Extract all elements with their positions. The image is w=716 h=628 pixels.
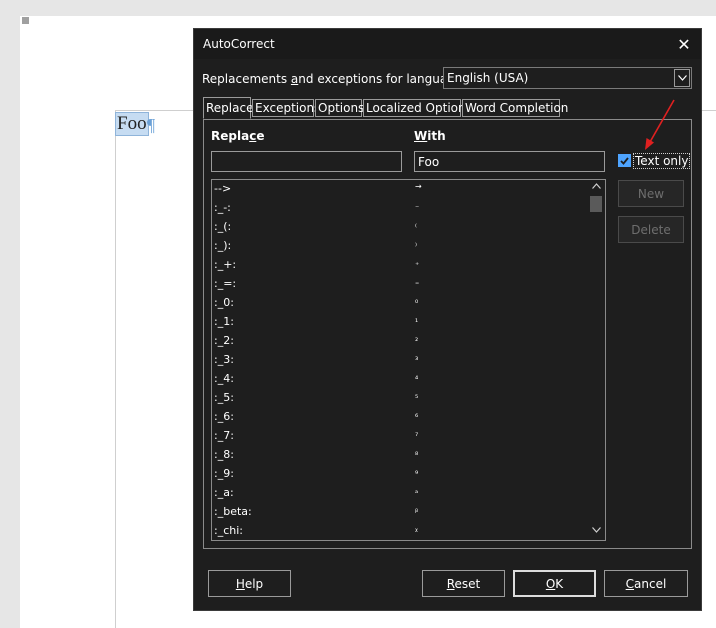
new-button[interactable]: New [618, 180, 684, 207]
row-with-text: ᵪ [415, 524, 418, 533]
page-corner-marker [22, 17, 29, 24]
cancel-button[interactable]: Cancel [604, 570, 688, 597]
language-label: Replacements and exceptions for language… [202, 72, 467, 86]
row-replace-text: :_4: [214, 372, 234, 385]
row-replace-text: :_8: [214, 448, 234, 461]
row-replace-text: :_3: [214, 353, 234, 366]
row-replace-text: :_7: [214, 429, 234, 442]
ok-button[interactable]: OK [513, 570, 596, 597]
row-replace-text: :_2: [214, 334, 234, 347]
table-row[interactable]: :_chi: ᵪ [212, 522, 587, 540]
table-row[interactable]: :_6: ₆ [212, 408, 587, 427]
with-input[interactable]: Foo [414, 151, 605, 172]
delete-button[interactable]: Delete [618, 216, 684, 243]
row-replace-text: --> [214, 182, 232, 195]
row-replace-text: :_beta: [214, 505, 252, 518]
table-row[interactable]: :_a: ₐ [212, 484, 587, 503]
list-scrollbar[interactable] [588, 180, 605, 540]
scroll-up-icon[interactable] [588, 182, 605, 194]
row-replace-text: :_chi: [214, 524, 243, 537]
row-with-text: ₀ [415, 296, 419, 305]
row-replace-text: :_): [214, 239, 232, 252]
pilcrow-mark: ¶ [147, 115, 156, 135]
row-with-text: ₋ [415, 201, 420, 210]
table-row[interactable]: :_7: ₇ [212, 427, 587, 446]
row-with-text: ₍ [415, 220, 417, 229]
row-with-text: ₄ [415, 372, 419, 381]
language-value: English (USA) [447, 71, 529, 85]
tab-exceptions[interactable]: Exceptions [252, 99, 320, 117]
close-icon: ✕ [677, 34, 691, 54]
row-replace-text: :_-: [214, 201, 231, 214]
table-row[interactable]: :_-: ₋ [212, 199, 587, 218]
dialog-title: AutoCorrect [203, 37, 275, 51]
chevron-down-icon[interactable] [674, 69, 690, 87]
replace-column-header: Replace [211, 129, 265, 143]
text-boundary-left [115, 110, 116, 628]
table-row[interactable]: :_9: ₉ [212, 465, 587, 484]
row-with-text: ₎ [415, 239, 417, 248]
table-row[interactable]: :_+: ₊ [212, 256, 587, 275]
replace-input[interactable] [211, 151, 402, 172]
row-with-text: ₇ [415, 429, 419, 438]
row-replace-text: :_0: [214, 296, 234, 309]
checkmark-icon [620, 156, 629, 165]
table-row[interactable]: :_(: ₍ [212, 218, 587, 237]
selected-word[interactable]: Foo [115, 112, 149, 136]
table-row[interactable]: --> → [212, 180, 587, 199]
row-with-text: ₅ [415, 391, 419, 400]
row-replace-text: :_+: [214, 258, 237, 271]
row-with-text: → [415, 182, 422, 191]
close-button[interactable]: ✕ [673, 33, 695, 55]
table-row[interactable]: :_4: ₄ [212, 370, 587, 389]
row-replace-text: :_a: [214, 486, 234, 499]
scroll-thumb[interactable] [590, 196, 602, 212]
row-with-text: ₊ [415, 258, 420, 267]
dialog-titlebar: AutoCorrect ✕ [194, 29, 701, 59]
row-replace-text: :_6: [214, 410, 234, 423]
tab-options[interactable]: Options [315, 99, 364, 117]
table-row[interactable]: :_1: ₁ [212, 313, 587, 332]
tab-word-completion[interactable]: Word Completion [462, 99, 568, 117]
table-row[interactable]: :_beta: ᵦ [212, 503, 587, 522]
table-row[interactable]: :_3: ₃ [212, 351, 587, 370]
row-replace-text: :_9: [214, 467, 234, 480]
help-button[interactable]: Help [208, 570, 291, 597]
table-row[interactable]: :_): ₎ [212, 237, 587, 256]
row-replace-text: :_(: [214, 220, 232, 233]
text-only-checkbox[interactable] [618, 154, 631, 167]
row-replace-text: :_=: [214, 277, 237, 290]
tab-localized-options[interactable]: Localized Options [363, 99, 472, 117]
table-row[interactable]: :_5: ₅ [212, 389, 587, 408]
table-row[interactable]: :_2: ₂ [212, 332, 587, 351]
autocorrect-dialog: AutoCorrect ✕ Replacements and exception… [193, 28, 702, 611]
row-with-text: ₆ [415, 410, 419, 419]
table-row[interactable]: :_=: ₌ [212, 275, 587, 294]
replacement-list[interactable]: --> → :_-: ₋ :_(: ₍ :_): ₎ :_+: ₊ :_=: ₌ :_0: ₀ :_1: ₁:… [211, 179, 606, 541]
reset-button[interactable]: Reset [422, 570, 505, 597]
scroll-down-icon[interactable] [588, 526, 605, 538]
row-with-text: ₈ [415, 448, 419, 457]
table-row[interactable]: :_0: ₀ [212, 294, 587, 313]
tab-replace[interactable]: Replace [203, 97, 253, 119]
text-only-label[interactable]: Text only [632, 153, 691, 169]
row-with-text: ₁ [415, 315, 419, 324]
row-replace-text: :_1: [214, 315, 234, 328]
language-select[interactable]: English (USA) [443, 67, 692, 89]
row-replace-text: :_5: [214, 391, 234, 404]
row-with-text: ₉ [415, 467, 419, 476]
row-with-text: ₃ [415, 353, 419, 362]
row-with-text: ₂ [415, 334, 419, 343]
row-with-text: ₌ [415, 277, 420, 286]
with-column-header: With [414, 129, 446, 143]
table-row[interactable]: :_8: ₈ [212, 446, 587, 465]
row-with-text: ᵦ [415, 505, 419, 514]
row-with-text: ₐ [415, 486, 419, 495]
